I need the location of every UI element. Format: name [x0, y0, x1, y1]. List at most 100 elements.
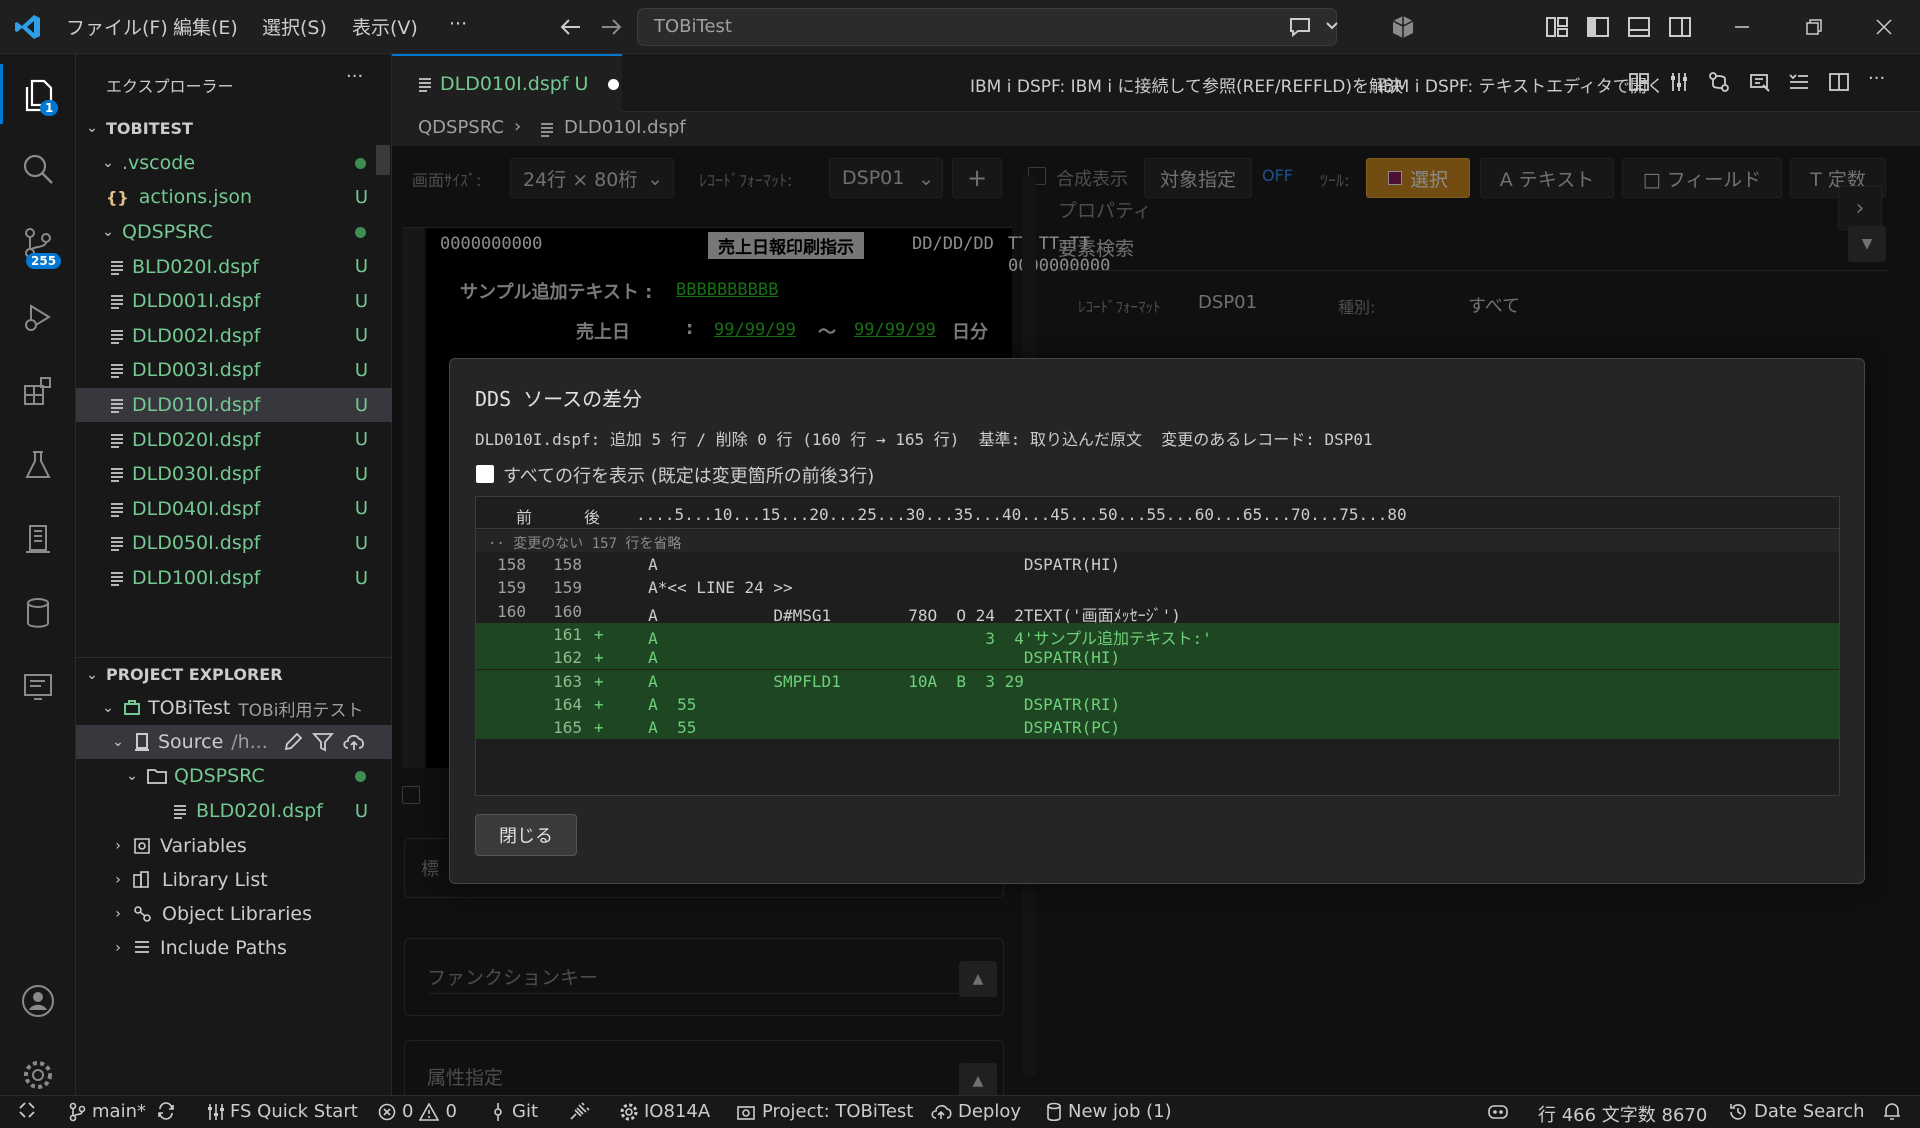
branch-status[interactable]: main* [68, 1101, 146, 1122]
more-actions-button[interactable]: ··· [1868, 68, 1885, 89]
tree-item-file[interactable]: BLD020I.dspf U [76, 250, 392, 284]
close-button[interactable]: 閉じる [475, 814, 577, 856]
sliders-icon[interactable] [1668, 71, 1690, 93]
menu-file[interactable]: ファイル(F) [66, 13, 168, 40]
add-record-button[interactable]: + [952, 158, 1002, 198]
minimize-button[interactable] [1706, 0, 1778, 54]
workspace-header[interactable]: ⌄ TOBITEST [76, 111, 392, 145]
screen-size-select[interactable]: 24行 × 80桁 ⌄ [510, 158, 674, 198]
toggle-secondary-sidebar-icon[interactable] [1668, 15, 1692, 39]
screen-date[interactable]: DD/DD/DD [912, 234, 994, 254]
extensions-icon[interactable] [0, 354, 76, 428]
forward-arrow-icon[interactable] [598, 14, 624, 40]
tree-item-file[interactable]: DLD030I.dspf U [76, 457, 392, 491]
deploy-status[interactable]: Deploy [930, 1101, 1021, 1122]
search-icon[interactable] [0, 132, 76, 206]
menu-view[interactable]: 表示(V) [352, 13, 418, 40]
terminal-panel-icon[interactable] [0, 650, 76, 724]
dirty-dot-icon[interactable] [608, 78, 620, 90]
tree-item-file[interactable]: DLD002I.dspf U [76, 319, 392, 353]
customize-layout-icon[interactable] [1545, 15, 1569, 39]
project-explorer-header[interactable]: ⌄ PROJECT EXPLORER [76, 657, 392, 691]
cube-icon[interactable] [1390, 14, 1416, 40]
database-icon[interactable] [0, 576, 76, 650]
resolve-ref-action[interactable]: IBM i DSPF: IBM i に接続して参照(REF/REFFLD)を解決 [970, 72, 1403, 97]
menu-more[interactable]: ··· [449, 13, 467, 35]
account-icon[interactable] [0, 964, 76, 1038]
filter-icon[interactable] [312, 731, 334, 753]
compare-changes-icon[interactable] [1708, 71, 1730, 93]
layout-icon[interactable] [1628, 71, 1650, 93]
record-type-value[interactable]: DSP01 [1198, 292, 1257, 313]
restore-button[interactable] [1778, 0, 1850, 54]
screen-sales-date-label[interactable]: 売上日 [576, 318, 630, 344]
git-status[interactable]: Git [490, 1101, 538, 1122]
screen-program-field[interactable]: 0000000000 [440, 234, 542, 254]
tree-item-file[interactable]: DLD001I.dspf U [76, 284, 392, 318]
show-all-checkbox[interactable] [476, 465, 494, 483]
tree-item-qdspsrc[interactable]: ⌄ QDSPSRC [76, 215, 392, 249]
screen-date-from[interactable]: 99/99/99 [714, 320, 796, 340]
chevron-right-icon[interactable]: › [1838, 186, 1882, 230]
problems-status[interactable]: 0 0 [378, 1101, 457, 1122]
show-all-label[interactable]: すべての行を表示 (既定は変更箇所の前後3行) [503, 462, 874, 488]
screen-date-to[interactable]: 99/99/99 [854, 320, 936, 340]
command-center[interactable]: TOBiTest [637, 8, 1339, 46]
tree-item-include-paths[interactable]: › Include Paths [76, 931, 392, 965]
tree-item-file[interactable]: DLD100I.dspf U [76, 561, 392, 595]
collapse-up-icon[interactable]: ▲ [959, 961, 997, 997]
screen-sample-label[interactable]: サンプル追加テキスト : [460, 278, 652, 304]
cloud-upload-icon[interactable] [342, 731, 366, 753]
date-search-status[interactable]: Date Search [1728, 1101, 1865, 1122]
split-editor-icon[interactable] [1828, 71, 1850, 93]
screen-sample-field[interactable]: BBBBBBBBBB [676, 280, 778, 300]
source-item[interactable]: ⌄ Source /h... [76, 725, 392, 759]
tree-item-actions-json[interactable]: {} actions.json U [76, 180, 392, 214]
source-control-icon[interactable]: 255 [0, 206, 76, 280]
ibmi-icon[interactable] [0, 502, 76, 576]
pencil-icon[interactable] [282, 731, 304, 753]
preview-checkbox[interactable] [402, 786, 420, 804]
open-text-editor-action[interactable]: IBM i DSPF: テキストエディタで開く [1378, 72, 1664, 97]
plug-icon[interactable] [568, 1101, 590, 1121]
project-status[interactable]: Project: TOBiTest [736, 1101, 913, 1122]
cursor-position[interactable]: 行 466 文字数 8670 [1538, 1101, 1707, 1127]
tree-item-qdspsrc-project[interactable]: ⌄ QDSPSRC [76, 759, 392, 793]
tree-item-variables[interactable]: › Variables [76, 829, 392, 863]
tree-item-vscode[interactable]: ⌄ .vscode [76, 146, 392, 180]
breadcrumb-file[interactable]: DLD010I.dspf [564, 117, 686, 138]
outline-list-icon[interactable] [1788, 71, 1810, 93]
connection-status[interactable]: IO814A [620, 1101, 710, 1122]
omitted-lines-row[interactable]: ·· 変更のない 157 行を省略 [476, 530, 1839, 552]
sync-icon[interactable] [156, 1101, 176, 1121]
remote-icon[interactable] [18, 1101, 36, 1119]
tree-item-library-list[interactable]: › Library List [76, 863, 392, 897]
tree-item-file[interactable]: DLD040I.dspf U [76, 492, 392, 526]
files-icon[interactable]: 1 [0, 58, 76, 132]
close-window-button[interactable] [1848, 0, 1920, 54]
menu-edit[interactable]: 編集(E) [173, 13, 238, 40]
section-function-keys[interactable]: ファンクションキー ▲ [404, 938, 1004, 1016]
project-item[interactable]: ⌄ TOBiTest TOBi利用テスト [76, 691, 392, 725]
tree-item-file[interactable]: DLD003I.dspf U [76, 353, 392, 387]
copilot-icon[interactable] [1486, 1101, 1510, 1121]
screen-title[interactable]: 売上日報印刷指示 [708, 232, 864, 259]
back-arrow-icon[interactable] [558, 14, 584, 40]
kind-value[interactable]: すべて [1468, 292, 1520, 318]
section-attributes[interactable]: 属性指定 ▲ [404, 1040, 1004, 1100]
ibmi-action-icon[interactable] [1749, 71, 1771, 93]
toggle-panel-icon[interactable] [1627, 15, 1651, 39]
sidebar-more-button[interactable]: ··· [346, 66, 363, 87]
tree-item-file[interactable]: DLD020I.dspf U [76, 423, 392, 457]
run-debug-icon[interactable] [0, 280, 76, 354]
menu-selection[interactable]: 選択(S) [262, 13, 327, 40]
copilot-chat-icon[interactable] [1288, 15, 1314, 39]
tree-item-bld020i-project[interactable]: BLD020I.dspf U [76, 794, 392, 828]
record-format-select[interactable]: DSP01 ⌄ [829, 158, 943, 198]
toggle-sidebar-icon[interactable] [1586, 15, 1610, 39]
breadcrumb-folder[interactable]: QDSPSRC [418, 117, 504, 138]
tree-item-file[interactable]: DLD050I.dspf U [76, 526, 392, 560]
collapse-down-icon[interactable]: ▼ [1848, 226, 1886, 262]
chevron-down-icon[interactable] [1325, 19, 1339, 33]
fs-quick-start[interactable]: FS Quick Start [206, 1101, 358, 1122]
